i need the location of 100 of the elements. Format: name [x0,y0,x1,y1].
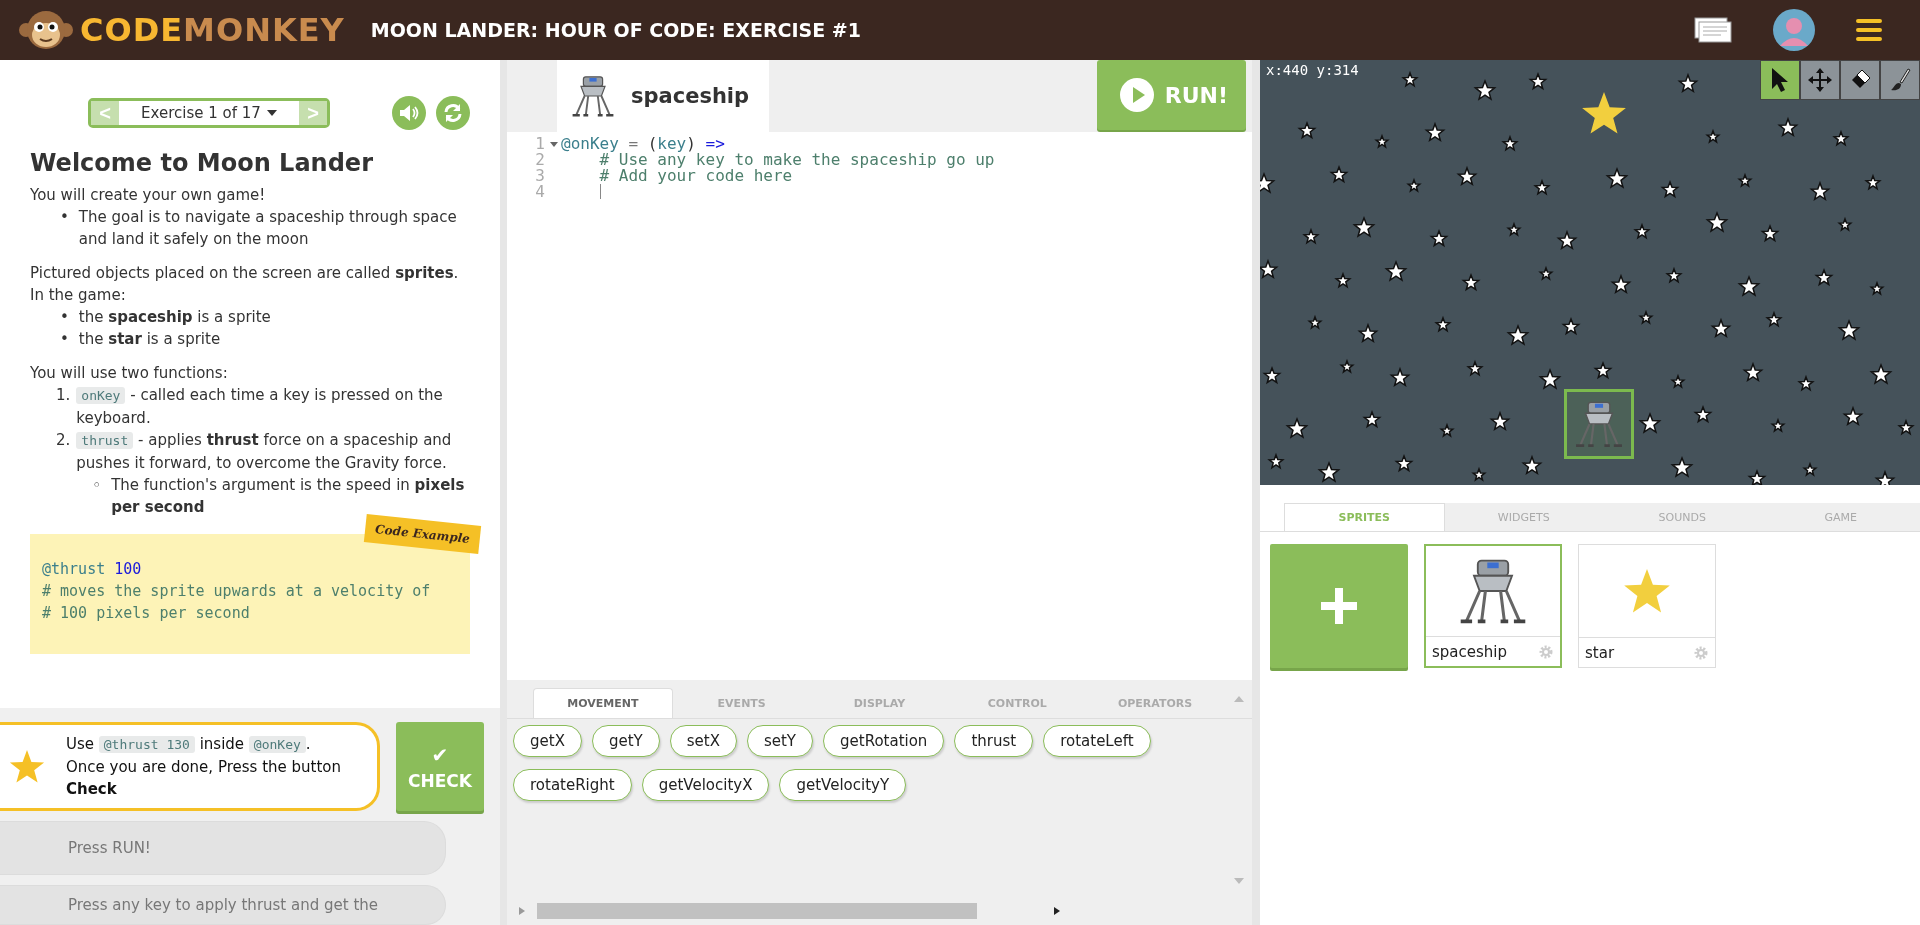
background-star [1362,409,1382,429]
cursor-coordinates: x:440 y:314 [1266,62,1359,78]
brush-tool-button[interactable] [1880,60,1920,100]
background-star [1677,72,1699,94]
game-stage[interactable]: x:440 y:314 [1260,60,1920,485]
bullet-marker: • [60,329,69,350]
background-star [1489,410,1511,432]
star-icon [1622,567,1672,615]
sprite-card[interactable]: spaceship [1424,544,1562,668]
star-sprite[interactable] [1580,90,1628,136]
background-star [1797,374,1815,392]
code-block[interactable]: setY [746,725,813,757]
brush-icon [1889,68,1911,92]
logo-wordmark: CODEMONKEY [80,11,345,49]
avatar-icon[interactable] [1772,8,1816,52]
notes-icon[interactable] [1694,17,1732,43]
eraser-tool-button[interactable] [1840,60,1880,100]
sprites-text: Pictured objects placed on the screen are called sprites. In the game: [30,263,460,306]
bullet-text: The goal is to navigate a spaceship through space and land it safely on the moon [78,207,458,250]
code-token: # moves the sprite upwards at a velocity of [42,581,431,602]
background-star [1506,221,1522,237]
code-block[interactable]: getY [591,725,660,757]
background-star [1297,120,1317,140]
background-star [1747,468,1767,485]
background-star [1593,360,1613,380]
caret-icon [266,110,277,116]
code-block[interactable]: rotateRight [513,769,632,801]
background-star [1334,271,1352,289]
bullet-marker: • [60,207,69,228]
code-block[interactable]: rotateLeft [1043,725,1151,757]
sprite-card[interactable]: star [1578,544,1716,668]
code-token: @onKey [561,136,619,152]
menu-icon[interactable] [1856,17,1882,43]
background-star [1352,215,1376,238]
pointer-tool-button[interactable] [1760,60,1800,100]
step-card: Press any key to apply thrust and get the [0,885,446,925]
intro-text: You will create your own game! [30,185,267,206]
exercise-title: MOON LANDER: HOUR OF CODE: EXERCISE #1 [370,19,861,41]
code-block[interactable]: getVelocityX [641,769,770,801]
background-star [1424,121,1446,143]
background-star [1285,416,1309,439]
background-star [1693,404,1713,424]
background-star [1660,179,1680,199]
code-token: ) [686,136,696,152]
background-star [1501,134,1519,152]
background-star [1610,273,1632,295]
background-star [1521,454,1543,476]
code-block[interactable]: thrust [954,725,1034,757]
step-card: Press RUN! [0,821,446,875]
background-star [1471,466,1487,482]
background-star [1670,455,1694,478]
background-star [1765,310,1783,328]
function-description: onKey - called each time a key is pressed on the keyboard. [76,385,444,429]
background-star [1556,229,1578,251]
background-star [1357,322,1379,344]
background-star [1638,411,1662,434]
sprite-tab[interactable]: spaceship [557,60,770,132]
code-block[interactable]: getX [513,725,582,757]
background-star [1814,267,1834,287]
monkey-logo-icon [18,8,74,52]
background-star [1394,453,1414,473]
functions-text: You will use two functions: [30,363,229,384]
text-cursor [599,184,601,199]
code-editor[interactable]: 1 @onKey = (key) => 2 # Use any key to make the spaceship go up 3 # Add your code here 4 [507,132,1252,680]
background-star [1802,461,1818,477]
background-star [1770,417,1786,433]
plus-icon [1319,586,1359,626]
fold-icon[interactable] [550,142,558,147]
palette-tab[interactable]: MOVEMENT [533,688,673,718]
background-star [1897,418,1915,436]
background-star [1506,323,1530,346]
background-star [1869,362,1893,385]
bullet-marker: ◦ [92,475,102,496]
sprite-name: spaceship [1432,642,1507,661]
move-tool-button[interactable] [1800,60,1840,100]
background-star [1670,373,1686,389]
bullet-marker: • [60,307,69,328]
list-number: 1. [56,385,71,406]
play-icon [1118,77,1155,113]
code-block[interactable]: getRotation [823,725,945,757]
background-star [1665,266,1683,284]
background-star [1832,129,1850,147]
code-block[interactable]: setX [669,725,737,757]
background-star [1533,178,1551,196]
code-token: # Add your code here [599,168,793,184]
function-description: thrust - applies thrust force on a spaceship and pushes it forward, to overcome the Gravity force. [76,430,453,474]
background-star [1439,422,1455,438]
background-star [1429,228,1449,248]
code-block[interactable]: getVelocityY [779,769,907,801]
background-star [1710,317,1732,339]
bullet-text: the star is a sprite [78,329,221,350]
bullet-text: the spaceship is a sprite [78,307,271,328]
background-star [1374,133,1390,149]
background-star [1329,164,1349,184]
background-star [1638,309,1654,325]
refresh-icon [443,103,463,123]
background-star [1528,71,1548,91]
background-star [1456,165,1478,187]
line-number: 2 [534,152,546,168]
spaceship-sprite[interactable] [1567,392,1631,456]
